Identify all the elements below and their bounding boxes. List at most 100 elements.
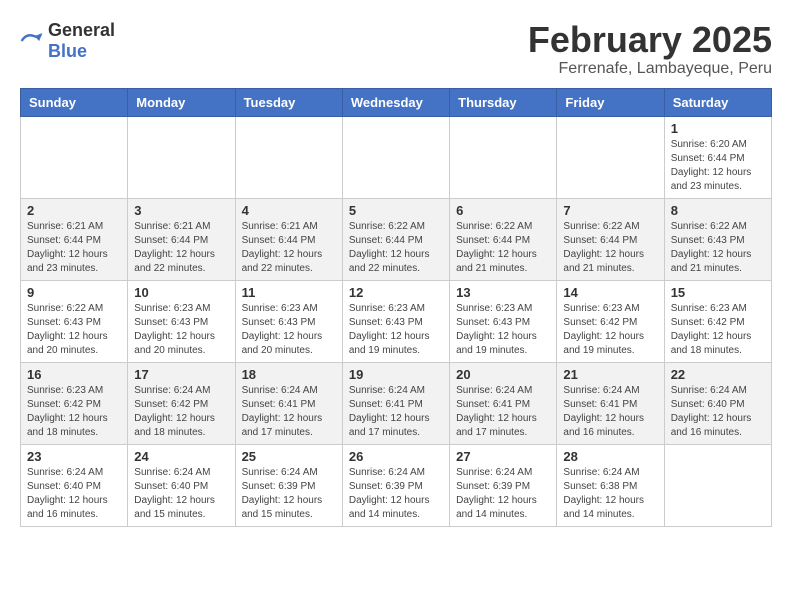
weekday-header-sunday: Sunday — [21, 88, 128, 116]
day-number: 18 — [242, 367, 336, 382]
calendar-week-row: 23 Sunrise: 6:24 AM Sunset: 6:40 PM Dayli… — [21, 444, 772, 526]
day-number: 9 — [27, 285, 121, 300]
day-number: 27 — [456, 449, 550, 464]
day-number: 8 — [671, 203, 765, 218]
day-number: 21 — [563, 367, 657, 382]
day-number: 20 — [456, 367, 550, 382]
weekday-header-tuesday: Tuesday — [235, 88, 342, 116]
title-section: February 2025 Ferrenafe, Lambayeque, Per… — [528, 20, 772, 78]
calendar-cell — [342, 116, 449, 198]
day-info: Sunrise: 6:24 AM Sunset: 6:39 PM Dayligh… — [456, 466, 550, 522]
day-number: 4 — [242, 203, 336, 218]
day-number: 23 — [27, 449, 121, 464]
calendar-cell — [664, 444, 771, 526]
calendar-cell: 27 Sunrise: 6:24 AM Sunset: 6:39 PM Dayli… — [450, 444, 557, 526]
day-info: Sunrise: 6:23 AM Sunset: 6:43 PM Dayligh… — [349, 302, 443, 358]
calendar-cell: 22 Sunrise: 6:24 AM Sunset: 6:40 PM Dayli… — [664, 362, 771, 444]
day-number: 16 — [27, 367, 121, 382]
day-number: 2 — [27, 203, 121, 218]
day-info: Sunrise: 6:23 AM Sunset: 6:43 PM Dayligh… — [456, 302, 550, 358]
calendar-cell: 10Sunrise: 6:23 AM Sunset: 6:43 PM Dayli… — [128, 280, 235, 362]
calendar-subtitle: Ferrenafe, Lambayeque, Peru — [528, 60, 772, 78]
calendar-cell: 3 Sunrise: 6:21 AM Sunset: 6:44 PM Daylig… — [128, 198, 235, 280]
calendar-cell: 8 Sunrise: 6:22 AM Sunset: 6:43 PM Daylig… — [664, 198, 771, 280]
day-number: 22 — [671, 367, 765, 382]
weekday-header-saturday: Saturday — [664, 88, 771, 116]
calendar-cell: 21 Sunrise: 6:24 AM Sunset: 6:41 PM Dayli… — [557, 362, 664, 444]
day-info: Sunrise: 6:22 AM Sunset: 6:43 PM Dayligh… — [27, 302, 121, 358]
calendar-cell: 25 Sunrise: 6:24 AM Sunset: 6:39 PM Dayli… — [235, 444, 342, 526]
day-number: 1 — [671, 121, 765, 136]
day-info: Sunrise: 6:23 AM Sunset: 6:42 PM Dayligh… — [563, 302, 657, 358]
calendar-cell: 9 Sunrise: 6:22 AM Sunset: 6:43 PM Daylig… — [21, 280, 128, 362]
day-info: Sunrise: 6:24 AM Sunset: 6:38 PM Dayligh… — [563, 466, 657, 522]
calendar-cell: 28 Sunrise: 6:24 AM Sunset: 6:38 PM Dayli… — [557, 444, 664, 526]
day-number: 14 — [563, 285, 657, 300]
day-info: Sunrise: 6:24 AM Sunset: 6:39 PM Dayligh… — [349, 466, 443, 522]
weekday-header-thursday: Thursday — [450, 88, 557, 116]
calendar-week-row: 16 Sunrise: 6:23 AM Sunset: 6:42 PM Dayli… — [21, 362, 772, 444]
day-number: 12 — [349, 285, 443, 300]
calendar-week-row: 9 Sunrise: 6:22 AM Sunset: 6:43 PM Daylig… — [21, 280, 772, 362]
weekday-header-friday: Friday — [557, 88, 664, 116]
day-info: Sunrise: 6:20 AM Sunset: 6:44 PM Dayligh… — [671, 138, 765, 194]
calendar-cell: 26 Sunrise: 6:24 AM Sunset: 6:39 PM Dayli… — [342, 444, 449, 526]
day-info: Sunrise: 6:21 AM Sunset: 6:44 PM Dayligh… — [134, 220, 228, 276]
calendar-cell: 17 Sunrise: 6:24 AM Sunset: 6:42 PM Dayli… — [128, 362, 235, 444]
day-info: Sunrise: 6:24 AM Sunset: 6:41 PM Dayligh… — [563, 384, 657, 440]
calendar-cell: 12 Sunrise: 6:23 AM Sunset: 6:43 PM Dayli… — [342, 280, 449, 362]
calendar-cell: 16 Sunrise: 6:23 AM Sunset: 6:42 PM Dayli… — [21, 362, 128, 444]
calendar-week-row: 2 Sunrise: 6:21 AM Sunset: 6:44 PM Daylig… — [21, 198, 772, 280]
day-info: Sunrise: 6:22 AM Sunset: 6:44 PM Dayligh… — [563, 220, 657, 276]
calendar-cell: 15Sunrise: 6:23 AM Sunset: 6:42 PM Dayli… — [664, 280, 771, 362]
calendar-cell: 13 Sunrise: 6:23 AM Sunset: 6:43 PM Dayli… — [450, 280, 557, 362]
calendar-cell — [450, 116, 557, 198]
calendar-cell: 7 Sunrise: 6:22 AM Sunset: 6:44 PM Daylig… — [557, 198, 664, 280]
logo-blue: Blue — [48, 41, 87, 61]
calendar-week-row: 1 Sunrise: 6:20 AM Sunset: 6:44 PM Daylig… — [21, 116, 772, 198]
day-number: 7 — [563, 203, 657, 218]
day-info: Sunrise: 6:21 AM Sunset: 6:44 PM Dayligh… — [27, 220, 121, 276]
calendar-cell: 18Sunrise: 6:24 AM Sunset: 6:41 PM Dayli… — [235, 362, 342, 444]
calendar-cell: 14 Sunrise: 6:23 AM Sunset: 6:42 PM Dayli… — [557, 280, 664, 362]
day-info: Sunrise: 6:21 AM Sunset: 6:44 PM Dayligh… — [242, 220, 336, 276]
calendar-cell: 6 Sunrise: 6:22 AM Sunset: 6:44 PM Daylig… — [450, 198, 557, 280]
weekday-header-row: SundayMondayTuesdayWednesdayThursdayFrid… — [21, 88, 772, 116]
day-info: Sunrise: 6:24 AM Sunset: 6:41 PM Dayligh… — [456, 384, 550, 440]
header: General Blue February 2025 Ferrenafe, La… — [20, 20, 772, 78]
day-number: 6 — [456, 203, 550, 218]
day-number: 5 — [349, 203, 443, 218]
calendar-cell: 24 Sunrise: 6:24 AM Sunset: 6:40 PM Dayli… — [128, 444, 235, 526]
calendar-cell: 5 Sunrise: 6:22 AM Sunset: 6:44 PM Daylig… — [342, 198, 449, 280]
day-info: Sunrise: 6:22 AM Sunset: 6:44 PM Dayligh… — [456, 220, 550, 276]
calendar-cell: 4 Sunrise: 6:21 AM Sunset: 6:44 PM Daylig… — [235, 198, 342, 280]
weekday-header-wednesday: Wednesday — [342, 88, 449, 116]
day-info: Sunrise: 6:24 AM Sunset: 6:40 PM Dayligh… — [134, 466, 228, 522]
day-info: Sunrise: 6:24 AM Sunset: 6:40 PM Dayligh… — [671, 384, 765, 440]
day-info: Sunrise: 6:24 AM Sunset: 6:42 PM Dayligh… — [134, 384, 228, 440]
day-info: Sunrise: 6:24 AM Sunset: 6:39 PM Dayligh… — [242, 466, 336, 522]
calendar-body: 1 Sunrise: 6:20 AM Sunset: 6:44 PM Daylig… — [21, 116, 772, 526]
calendar-cell — [235, 116, 342, 198]
day-number: 17 — [134, 367, 228, 382]
day-number: 10 — [134, 285, 228, 300]
day-number: 13 — [456, 285, 550, 300]
day-number: 11 — [242, 285, 336, 300]
calendar-header: SundayMondayTuesdayWednesdayThursdayFrid… — [21, 88, 772, 116]
day-number: 3 — [134, 203, 228, 218]
day-number: 26 — [349, 449, 443, 464]
day-number: 25 — [242, 449, 336, 464]
day-info: Sunrise: 6:22 AM Sunset: 6:43 PM Dayligh… — [671, 220, 765, 276]
calendar-cell — [21, 116, 128, 198]
day-info: Sunrise: 6:23 AM Sunset: 6:42 PM Dayligh… — [27, 384, 121, 440]
day-info: Sunrise: 6:22 AM Sunset: 6:44 PM Dayligh… — [349, 220, 443, 276]
day-number: 28 — [563, 449, 657, 464]
logo: General Blue — [20, 20, 115, 62]
day-number: 24 — [134, 449, 228, 464]
calendar-cell — [128, 116, 235, 198]
logo-text: General Blue — [48, 20, 115, 62]
calendar-title: February 2025 — [528, 20, 772, 60]
calendar-cell: 2 Sunrise: 6:21 AM Sunset: 6:44 PM Daylig… — [21, 198, 128, 280]
calendar-cell: 1 Sunrise: 6:20 AM Sunset: 6:44 PM Daylig… — [664, 116, 771, 198]
weekday-header-monday: Monday — [128, 88, 235, 116]
